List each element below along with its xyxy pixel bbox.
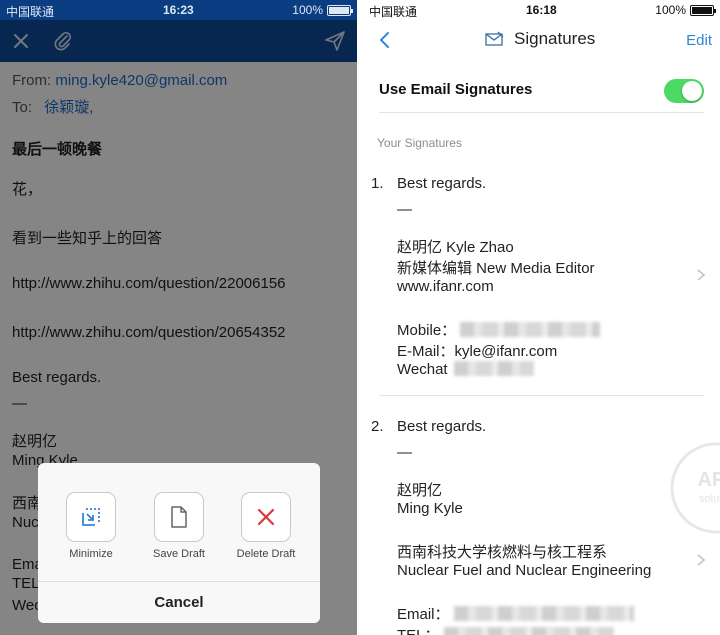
- signature-role: 新媒体编辑 New Media Editor: [397, 260, 595, 277]
- separator: [379, 112, 704, 113]
- chevron-right-icon: [697, 554, 706, 566]
- battery-icon: [327, 4, 353, 16]
- signature-name-cn: 赵明亿: [397, 482, 443, 499]
- redacted-value: [460, 322, 601, 337]
- page-title-text: Signatures: [514, 29, 596, 48]
- redacted-value: [453, 361, 534, 376]
- signatures-screen: 中国联通 16:18 100% Signatures Edit Use Emai…: [363, 0, 720, 635]
- envelope-icon: [485, 31, 504, 46]
- use-signatures-label: Use Email Signatures: [379, 81, 533, 98]
- status-bar: 中国联通 16:23 100%: [0, 0, 357, 20]
- delete-draft-label: Delete Draft: [236, 548, 296, 560]
- signature-website: www.ifanr.com: [397, 278, 494, 295]
- use-signatures-row: Use Email Signatures: [363, 62, 720, 112]
- tel-label: TEL：: [397, 627, 440, 635]
- clock: 16:18: [526, 3, 557, 17]
- signature-wechat: Wechat: [397, 361, 534, 378]
- back-chevron-icon[interactable]: [373, 28, 397, 52]
- signature-name: 赵明亿 Kyle Zhao: [397, 239, 514, 256]
- use-signatures-toggle[interactable]: [664, 79, 704, 103]
- wechat-label: Wechat: [397, 361, 448, 378]
- mobile-label: Mobile：: [397, 322, 457, 339]
- page-title: Signatures: [485, 29, 595, 49]
- signature-greeting: Best regards.: [397, 175, 487, 192]
- svg-text:solution: solution: [699, 493, 720, 505]
- carrier-label: 中国联通: [6, 5, 55, 19]
- email-label: Email：: [397, 606, 450, 623]
- draft-action-sheet: Minimize Save Draft Delete Draft Cancel: [38, 463, 320, 623]
- battery-icon: [690, 4, 716, 16]
- minimize-icon: [82, 508, 100, 526]
- status-bar: 中国联通 16:18 100%: [363, 0, 720, 20]
- signature-email: E-Mail：kyle@ifanr.com: [397, 343, 558, 360]
- edit-button[interactable]: Edit: [686, 32, 712, 49]
- battery-percent: 100%: [292, 3, 323, 17]
- chevron-right-icon: [697, 269, 706, 281]
- signature-greeting: Best regards.: [397, 418, 487, 435]
- save-draft-button[interactable]: Save Draft: [139, 492, 219, 560]
- signature-email: Email：: [397, 603, 634, 624]
- cancel-button[interactable]: Cancel: [38, 581, 320, 623]
- signature-name-en: Ming Kyle: [397, 500, 463, 517]
- compose-screen: 中国联通 16:23 100% From: ming.kyle420@gmail…: [0, 0, 357, 635]
- redacted-value: [443, 627, 614, 635]
- delete-icon: [257, 508, 275, 526]
- minimize-label: Minimize: [69, 548, 113, 560]
- clock: 16:23: [163, 3, 194, 17]
- signature-dash: —: [397, 444, 412, 461]
- separator: [379, 395, 704, 396]
- nav-bar: Signatures Edit: [363, 20, 720, 62]
- delete-draft-button[interactable]: Delete Draft: [226, 492, 306, 560]
- carrier-label: 中国联通: [369, 5, 418, 19]
- app-solution-watermark-logo: APP solution: [670, 442, 720, 534]
- signature-number: 1.: [371, 175, 384, 192]
- document-icon: [171, 506, 187, 528]
- redacted-value: [453, 606, 634, 621]
- section-header: Your Signatures: [377, 136, 462, 150]
- signature-tel: TEL：: [397, 624, 614, 635]
- minimize-button[interactable]: Minimize: [51, 492, 131, 560]
- svg-text:APP: APP: [697, 469, 720, 491]
- save-draft-label: Save Draft: [153, 548, 205, 560]
- battery-percent: 100%: [655, 3, 686, 17]
- signature-department-en: Nuclear Fuel and Nuclear Engineering: [397, 562, 652, 579]
- signature-number: 2.: [371, 418, 384, 435]
- signature-dash: —: [397, 201, 412, 218]
- signature-mobile: Mobile：: [397, 319, 601, 340]
- signature-department-cn: 西南科技大学核燃料与核工程系: [397, 544, 608, 561]
